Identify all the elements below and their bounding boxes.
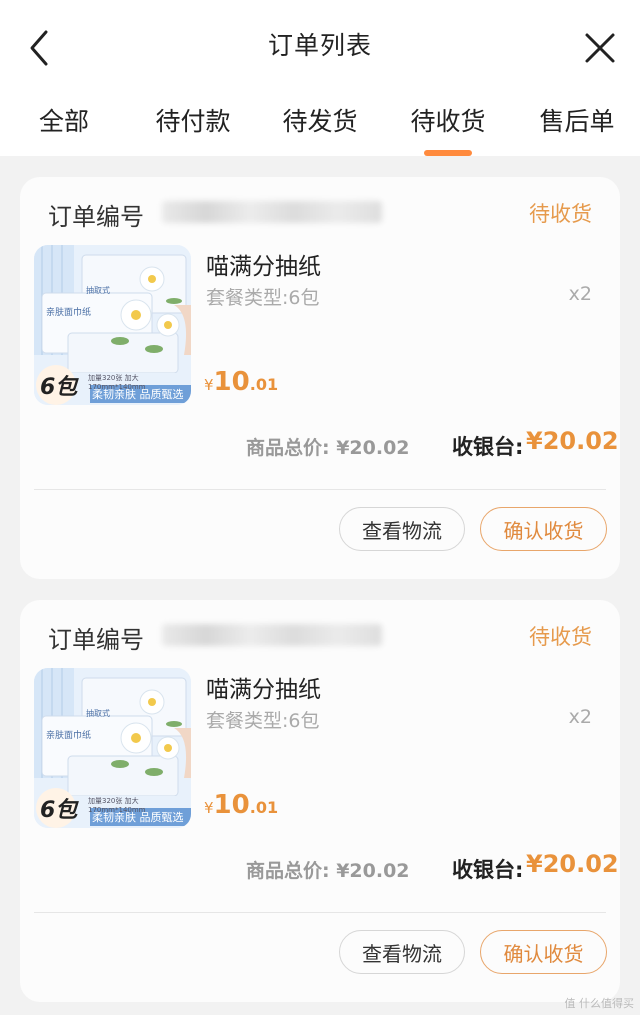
box-text-line1: 抽取式 xyxy=(86,709,110,718)
image-banner: 柔韧亲肤 品质甄选 xyxy=(92,811,184,824)
tab-pending-payment[interactable]: 待付款 xyxy=(155,102,230,138)
order-number-label: 订单编号 xyxy=(48,203,144,231)
tab-all[interactable]: 全部 xyxy=(39,102,89,138)
product-name[interactable]: 喵满分抽纸 xyxy=(206,670,321,704)
divider xyxy=(34,489,606,490)
order-tabs: 全部 待付款 待发货 待收货 售后单 xyxy=(0,88,640,156)
order-number-label: 订单编号 xyxy=(48,626,144,654)
product-price: ¥10.01 xyxy=(204,367,278,397)
pack-count-badge: 6包 xyxy=(40,375,78,400)
chevron-left-icon xyxy=(30,30,48,66)
cashier-value: ¥20.02 xyxy=(526,427,619,455)
product-image[interactable]: 抽取式 亲肤面巾纸 加量320张 加大170mm*140mm 柔韧亲肤 品质甄选… xyxy=(34,668,191,828)
subtotal-text: 商品总价: ¥20.02 xyxy=(246,437,410,459)
view-logistics-button[interactable]: 查看物流 xyxy=(339,930,465,974)
active-tab-indicator xyxy=(424,150,472,156)
price-integer: 10 xyxy=(213,790,250,820)
product-quantity: x2 xyxy=(568,283,592,305)
back-button[interactable] xyxy=(22,28,56,68)
cashier-label: 收银台: xyxy=(452,435,524,459)
order-number-redacted xyxy=(162,201,382,223)
close-icon xyxy=(585,33,615,63)
confirm-receipt-button[interactable]: 确认收货 xyxy=(480,930,607,974)
order-number-redacted xyxy=(162,624,382,646)
order-card: 订单编号 待收货 抽取式 亲肤面巾纸 加量320张 加大170mm*140mm … xyxy=(20,177,620,579)
box-text-line2: 亲肤面巾纸 xyxy=(46,731,92,741)
tab-after-sales[interactable]: 售后单 xyxy=(539,102,614,138)
tab-pending-shipment[interactable]: 待发货 xyxy=(282,102,357,138)
cashier-value: ¥20.02 xyxy=(526,850,619,878)
product-name[interactable]: 喵满分抽纸 xyxy=(206,247,321,281)
subtotal-text: 商品总价: ¥20.02 xyxy=(246,860,410,882)
price-decimal: .01 xyxy=(249,375,279,394)
close-button[interactable] xyxy=(582,30,618,66)
cashier-label: 收银台: xyxy=(452,858,524,882)
order-card: 订单编号 待收货 抽取式 亲肤面巾纸 加量320张 加大170mm*140mm … xyxy=(20,600,620,1002)
pack-count-badge: 6包 xyxy=(40,798,78,823)
order-status: 待收货 xyxy=(529,202,592,226)
price-symbol: ¥ xyxy=(204,799,214,817)
product-spec: 套餐类型:6包 xyxy=(206,710,320,732)
box-text-line2: 亲肤面巾纸 xyxy=(46,308,92,318)
product-price: ¥10.01 xyxy=(204,790,278,820)
page-title: 订单列表 xyxy=(267,31,372,60)
tab-pending-receipt[interactable]: 待收货 xyxy=(410,102,485,138)
product-quantity: x2 xyxy=(568,706,592,728)
view-logistics-button[interactable]: 查看物流 xyxy=(339,507,465,551)
order-status: 待收货 xyxy=(529,625,592,649)
watermark: 值 什么值得买 xyxy=(564,997,635,1010)
image-banner: 柔韧亲肤 品质甄选 xyxy=(92,388,184,401)
header-bar: 订单列表 xyxy=(0,0,640,88)
box-text-line1: 抽取式 xyxy=(86,286,110,295)
price-integer: 10 xyxy=(213,367,250,397)
price-decimal: .01 xyxy=(249,798,279,817)
product-spec: 套餐类型:6包 xyxy=(206,287,320,309)
product-image[interactable]: 抽取式 亲肤面巾纸 加量320张 加大170mm*140mm 柔韧亲肤 品质甄选… xyxy=(34,245,191,405)
price-symbol: ¥ xyxy=(204,376,214,394)
divider xyxy=(34,912,606,913)
confirm-receipt-button[interactable]: 确认收货 xyxy=(480,507,607,551)
